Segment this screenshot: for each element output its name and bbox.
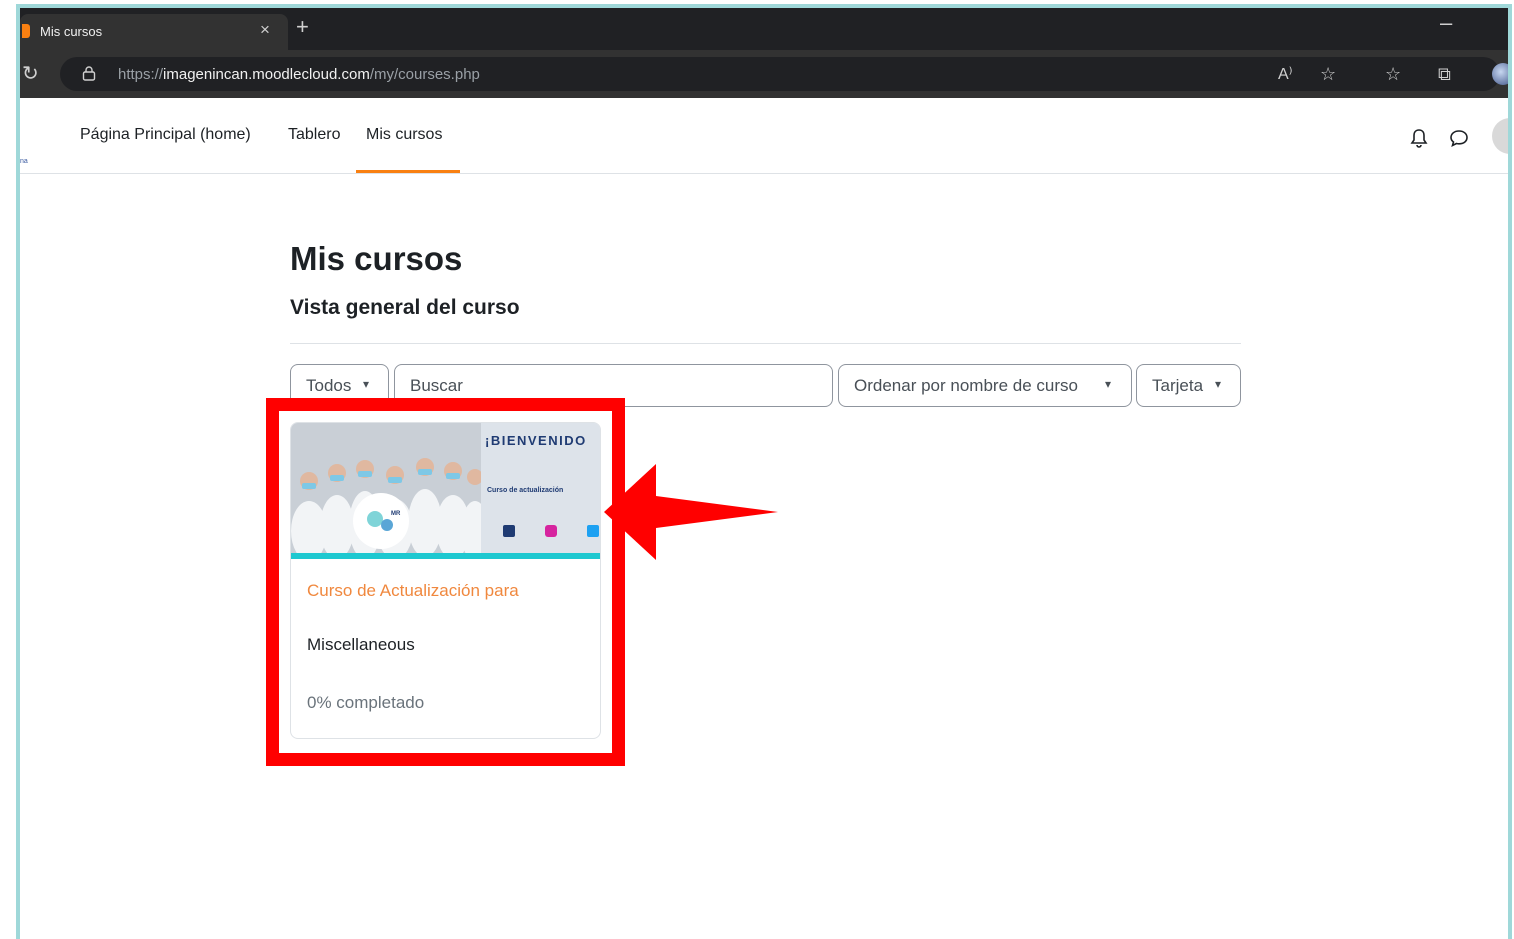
course-name-link[interactable]: Curso de Actualización para [307, 581, 519, 601]
url-path: /my/courses.php [369, 66, 480, 83]
section-divider [290, 343, 1241, 344]
site-logo[interactable]: na [20, 158, 28, 165]
view-label: Tarjeta [1152, 376, 1204, 395]
new-tab-icon[interactable]: + [296, 16, 309, 38]
course-progress: 0% completado [307, 693, 425, 712]
url-field[interactable]: https://imagenincan.moodlecloud.com/my/c… [60, 57, 1508, 91]
annotation-arrow [604, 464, 778, 560]
sort-dropdown[interactable]: Ordenar por nombre de curso ▾ [838, 364, 1132, 407]
grouping-label: Todos [306, 376, 352, 395]
messages-icon[interactable] [1448, 128, 1470, 148]
course-category: Miscellaneous [307, 635, 415, 654]
moodle-favicon-icon [22, 24, 30, 38]
browser-profile-icon[interactable] [1492, 63, 1508, 85]
browser-address-bar: ↻ https://imagenincan.moodlecloud.com/my… [20, 50, 1508, 98]
banner-heading: ¡BIENVENIDO [485, 433, 587, 448]
active-nav-indicator [356, 170, 460, 173]
course-image[interactable]: ¡BIENVENIDO Curso de actualización MR [291, 423, 601, 559]
user-avatar[interactable] [1492, 118, 1508, 154]
add-favorite-icon[interactable]: ☆ [1320, 64, 1336, 85]
moodle-navbar: na Página Principal (home) Tablero Mis c… [20, 98, 1508, 174]
nav-item-my-courses[interactable]: Mis cursos [366, 126, 442, 144]
banner-logo-text: MR [391, 511, 401, 517]
view-dropdown[interactable]: Tarjeta ▾ [1136, 364, 1241, 407]
url-prefix: https:// [118, 66, 164, 83]
chevron-down-icon: ▾ [363, 377, 370, 391]
banner-subtitle: Curso de actualización [487, 487, 563, 494]
browser-tab-bar: Mis cursos × + – [20, 8, 1508, 50]
nav-item-dashboard[interactable]: Tablero [288, 126, 340, 144]
close-tab-icon[interactable]: × [260, 20, 270, 40]
section-title: Vista general del curso [290, 296, 520, 319]
notifications-bell-icon[interactable] [1410, 128, 1428, 148]
search-placeholder: Buscar [410, 376, 463, 395]
url-text: https://imagenincan.moodlecloud.com/my/c… [118, 66, 480, 83]
lock-icon[interactable] [82, 66, 96, 81]
nav-item-home[interactable]: Página Principal (home) [80, 126, 251, 144]
read-aloud-icon[interactable]: A⁾ [1278, 64, 1293, 84]
sort-label: Ordenar por nombre de curso [854, 376, 1078, 395]
minimize-icon[interactable]: – [1440, 10, 1452, 36]
chevron-down-icon: ▾ [1215, 377, 1222, 391]
favorites-icon[interactable]: ☆ [1385, 64, 1401, 85]
course-card[interactable]: ¡BIENVENIDO Curso de actualización MR Cu… [290, 422, 601, 739]
chevron-down-icon: ▾ [1105, 377, 1112, 391]
browser-tab[interactable]: Mis cursos × [20, 14, 288, 50]
page-title: Mis cursos [290, 240, 463, 277]
tab-title: Mis cursos [40, 24, 103, 39]
url-domain: imagenincan.moodlecloud.com [163, 66, 370, 83]
reload-icon[interactable]: ↻ [22, 61, 39, 86]
screenshot-frame: Mis cursos × + – ↻ https://imagenincan.m… [16, 4, 1512, 939]
collections-icon[interactable]: ⧉ [1438, 64, 1451, 85]
